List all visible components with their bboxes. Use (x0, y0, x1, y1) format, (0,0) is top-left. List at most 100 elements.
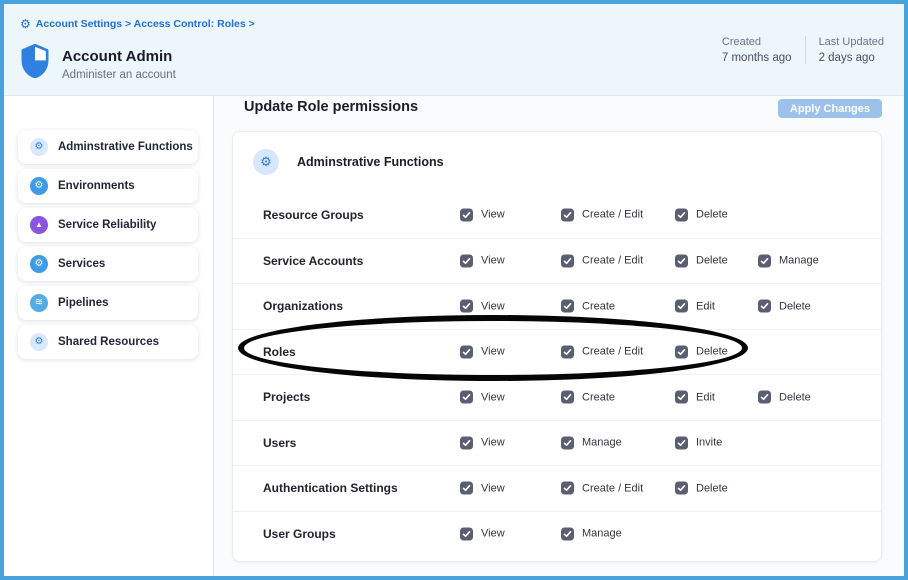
permission-label: View (481, 255, 505, 267)
sidebar-item-pipelines[interactable]: ≋ Pipelines (18, 286, 198, 320)
checkbox-checked-icon[interactable] (675, 482, 688, 495)
resource-label: Users (263, 436, 296, 450)
permission-row-roles: Roles ViewCreate / EditDelete (233, 329, 881, 375)
permissions-group-title: Adminstrative Functions (297, 155, 444, 169)
checkbox-checked-icon[interactable] (758, 300, 771, 313)
checkbox-checked-icon[interactable] (460, 391, 473, 404)
permission-organizations-edit[interactable]: Edit (675, 300, 715, 313)
sidebar-item-label: Services (58, 258, 105, 270)
permission-row-users: Users View Manage Invite (233, 420, 881, 466)
permission-label: Edit (696, 391, 715, 403)
created-value: 7 months ago (722, 52, 792, 64)
last-updated-label: Last Updated (819, 36, 884, 48)
permission-label: Delete (696, 255, 728, 267)
permission-resource-groups-view[interactable]: View (460, 208, 505, 221)
checkbox-checked-icon[interactable] (460, 208, 473, 221)
resource-label: Organizations (263, 299, 343, 313)
permission-user-groups-manage[interactable]: Manage (561, 527, 622, 540)
permission-users-manage[interactable]: Manage (561, 436, 622, 449)
permission-label: View (481, 482, 505, 494)
checkbox-checked-icon[interactable] (675, 436, 688, 449)
permission-users-invite[interactable]: Invite (675, 436, 722, 449)
permission-service-accounts-manage[interactable]: Manage (758, 254, 819, 267)
permission-label: Delete (696, 209, 728, 221)
permission-service-accounts-view[interactable]: View (460, 254, 505, 267)
permission-authentication-settings-create-edit[interactable]: Create / Edit (561, 482, 643, 495)
role-shield-icon (20, 44, 50, 83)
sidebar-item-shared-resources[interactable]: ⚙ Shared Resources (18, 325, 198, 359)
sidebar-item-environments[interactable]: ⚙ Environments (18, 169, 198, 203)
permission-row-resource-groups: Resource Groups ViewCreate / EditDelete (233, 192, 881, 238)
sidebar-item-adminstrative-functions[interactable]: ⚙ Adminstrative Functions (18, 130, 198, 164)
permission-label: Delete (696, 482, 728, 494)
checkbox-checked-icon[interactable] (561, 254, 574, 267)
gear-icon: ⚙ (30, 138, 48, 156)
permission-service-accounts-delete[interactable]: Delete (675, 254, 728, 267)
permission-organizations-view[interactable]: View (460, 300, 505, 313)
resource-label: User Groups (263, 527, 336, 541)
breadcrumb-text[interactable]: Account Settings > Access Control: Roles… (36, 18, 255, 30)
checkbox-checked-icon[interactable] (675, 345, 688, 358)
permission-organizations-delete[interactable]: Delete (758, 300, 811, 313)
permission-resource-groups-create-edit[interactable]: Create / Edit (561, 208, 643, 221)
page-subtitle: Administer an account (62, 69, 176, 81)
checkbox-checked-icon[interactable] (561, 391, 574, 404)
permission-row-user-groups: User Groups View Manage (233, 511, 881, 557)
permission-projects-create[interactable]: Create (561, 391, 615, 404)
permission-label: Manage (582, 528, 622, 540)
last-updated-meta: Last Updated 2 days ago (819, 36, 884, 64)
checkbox-checked-icon[interactable] (675, 300, 688, 313)
triangle-icon: ▲ (30, 216, 48, 234)
permission-label: Manage (582, 437, 622, 449)
checkbox-checked-icon[interactable] (561, 482, 574, 495)
permission-user-groups-view[interactable]: View (460, 527, 505, 540)
permission-authentication-settings-delete[interactable]: Delete (675, 482, 728, 495)
checkbox-checked-icon[interactable] (460, 436, 473, 449)
checkbox-checked-icon[interactable] (561, 345, 574, 358)
permission-row-authentication-settings: Authentication Settings ViewCreate / Edi… (233, 465, 881, 511)
apply-changes-button[interactable]: Apply Changes (778, 99, 882, 118)
permission-roles-view[interactable]: View (460, 345, 505, 358)
permission-label: Delete (696, 346, 728, 358)
checkbox-checked-icon[interactable] (675, 391, 688, 404)
permission-projects-edit[interactable]: Edit (675, 391, 715, 404)
checkbox-checked-icon[interactable] (460, 527, 473, 540)
permission-resource-groups-delete[interactable]: Delete (675, 208, 728, 221)
created-label: Created (722, 36, 792, 48)
permission-users-view[interactable]: View (460, 436, 505, 449)
checkbox-checked-icon[interactable] (758, 254, 771, 267)
checkbox-checked-icon[interactable] (561, 300, 574, 313)
permission-roles-create-edit[interactable]: Create / Edit (561, 345, 643, 358)
permission-projects-view[interactable]: View (460, 391, 505, 404)
permission-label: View (481, 346, 505, 358)
checkbox-checked-icon[interactable] (561, 208, 574, 221)
checkbox-checked-icon[interactable] (561, 527, 574, 540)
pipeline-icon: ≋ (30, 294, 48, 312)
permission-service-accounts-create-edit[interactable]: Create / Edit (561, 254, 643, 267)
account-role-permissions-page: ⚙ Account Settings > Access Control: Rol… (0, 0, 908, 580)
checkbox-checked-icon[interactable] (460, 345, 473, 358)
permission-row-projects: Projects ViewCreateEditDelete (233, 374, 881, 420)
permission-roles-delete[interactable]: Delete (675, 345, 728, 358)
checkbox-checked-icon[interactable] (561, 436, 574, 449)
permission-label: View (481, 391, 505, 403)
checkbox-checked-icon[interactable] (675, 254, 688, 267)
sidebar-item-services[interactable]: ⚙ Services (18, 247, 198, 281)
checkbox-checked-icon[interactable] (460, 300, 473, 313)
checkbox-checked-icon[interactable] (460, 482, 473, 495)
permission-label: Edit (696, 300, 715, 312)
checkbox-checked-icon[interactable] (758, 391, 771, 404)
gear-icon: ⚙ (30, 177, 48, 195)
meta-divider (805, 36, 806, 64)
sidebar-item-service-reliability[interactable]: ▲ Service Reliability (18, 208, 198, 242)
checkbox-checked-icon[interactable] (675, 208, 688, 221)
gear-icon: ⚙ (30, 255, 48, 273)
breadcrumb[interactable]: ⚙ Account Settings > Access Control: Rol… (20, 18, 255, 30)
permission-organizations-create[interactable]: Create (561, 300, 615, 313)
permissions-rows: Resource Groups ViewCreate / EditDelete … (233, 192, 881, 556)
sidebar-item-label: Environments (58, 180, 135, 192)
permission-label: Create / Edit (582, 255, 643, 267)
permission-authentication-settings-view[interactable]: View (460, 482, 505, 495)
checkbox-checked-icon[interactable] (460, 254, 473, 267)
permission-projects-delete[interactable]: Delete (758, 391, 811, 404)
